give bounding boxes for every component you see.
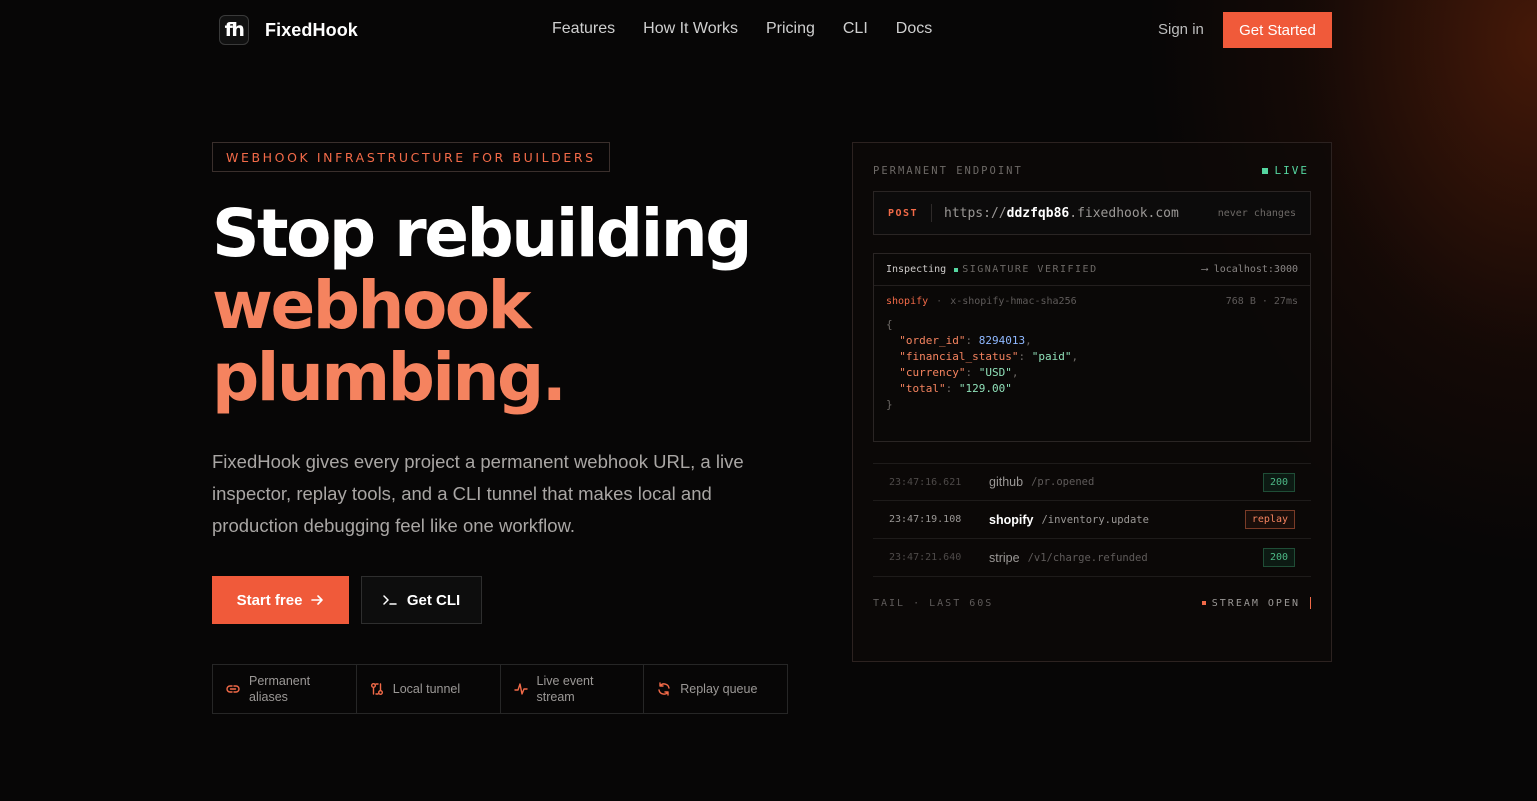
- nav-link-cli[interactable]: CLI: [843, 20, 868, 38]
- nav-link-pricing[interactable]: Pricing: [766, 20, 815, 38]
- url-suffix: .fixedhook.com: [1069, 205, 1179, 221]
- json-value: 8294013: [978, 334, 1026, 347]
- hero-description: FixedHook gives every project a permanen…: [212, 451, 744, 536]
- feature-label: Replay queue: [680, 682, 758, 696]
- json-value: "USD": [978, 366, 1012, 379]
- live-indicator: LIVE: [1261, 164, 1310, 177]
- event-row[interactable]: 23:47:21.640 stripe /v1/charge.refunded …: [873, 539, 1311, 577]
- status-badge: 200: [1262, 548, 1295, 567]
- event-path: /pr.opened: [1031, 476, 1095, 488]
- json-key: "total": [899, 382, 946, 395]
- feature-label: Permanent aliases: [249, 674, 311, 704]
- event-path: /v1/charge.refunded: [1027, 551, 1148, 564]
- inspector-header: Inspecting SIGNATURE VERIFIED ⟶ localhos…: [874, 254, 1310, 286]
- brand-logo[interactable]: fh FixedHook: [219, 15, 358, 45]
- headline-line-2: webhook: [212, 267, 532, 344]
- json-value: "129.00": [958, 382, 1012, 395]
- request-header: x-shopify-hmac-sha256: [950, 296, 1077, 307]
- feature-local-tunnel: Local tunnel: [357, 665, 501, 713]
- tunnel-icon: [370, 683, 383, 695]
- hero-tag: WEBHOOK INFRASTRUCTURE FOR BUILDERS: [212, 142, 610, 172]
- json-value: "paid": [1031, 350, 1072, 363]
- terminal-prompt-icon: [383, 595, 397, 605]
- get-started-button[interactable]: Get Started: [1223, 12, 1332, 48]
- cursor-icon: [1310, 597, 1311, 609]
- event-source: shopify: [989, 512, 1034, 527]
- panel-footer: TAIL · LAST 60S STREAM OPEN: [873, 597, 1311, 609]
- event-time: 23:47:19.108: [889, 514, 962, 525]
- verified-dot-icon: [954, 267, 959, 272]
- url-id: ddzfqb86: [1006, 205, 1070, 221]
- endpoint-url-box[interactable]: POST https://ddzfqb86.fixedhook.com neve…: [873, 191, 1311, 235]
- inspector-title: Inspecting: [886, 264, 947, 275]
- json-key: "order_id": [899, 334, 966, 347]
- link-icon: [226, 685, 240, 693]
- arrow-right-icon: [311, 595, 324, 605]
- json-key: "financial_status": [899, 350, 1019, 363]
- json-key: "currency": [899, 366, 966, 379]
- start-free-button[interactable]: Start free: [212, 576, 349, 624]
- stream-status: STREAM OPEN: [1201, 597, 1311, 609]
- hero-headline: Stop rebuilding webhook plumbing.: [212, 195, 753, 416]
- top-nav: fh FixedHook Features How It Works Prici…: [0, 0, 1537, 60]
- headline-line-3: plumbing.: [212, 339, 567, 416]
- panel-label: PERMANENT ENDPOINT: [873, 165, 1023, 177]
- pulse-icon: [513, 683, 528, 695]
- feature-replay-queue: Replay queue: [644, 665, 787, 713]
- event-source: github: [989, 475, 1024, 489]
- endpoint-url[interactable]: https://ddzfqb86.fixedhook.com: [932, 206, 1179, 221]
- start-free-label: Start free: [236, 591, 303, 609]
- get-cli-button[interactable]: Get CLI: [361, 576, 482, 624]
- headline-line-1: Stop rebuilding: [212, 195, 753, 272]
- signature-label: SIGNATURE VERIFIED: [962, 264, 1098, 275]
- logo-mark-icon: fh: [219, 15, 249, 45]
- replay-button[interactable]: replay: [1244, 510, 1295, 529]
- stream-label: STREAM OPEN: [1211, 597, 1300, 609]
- separator: ·: [936, 296, 943, 307]
- endpoint-panel: PERMANENT ENDPOINT LIVE POST https://ddz…: [852, 142, 1332, 662]
- request-inspector: Inspecting SIGNATURE VERIFIED ⟶ localhos…: [873, 253, 1311, 442]
- nav-link-docs[interactable]: Docs: [896, 20, 932, 38]
- inspector-subheader: shopify · x-shopify-hmac-sha256 768 B · …: [874, 286, 1310, 307]
- stream-dot-icon: [1201, 601, 1206, 605]
- event-list: 23:47:16.621 github /pr.opened 200 23:47…: [873, 463, 1311, 577]
- feature-live-event-stream: Live event stream: [501, 665, 645, 713]
- event-time: 23:47:16.621: [889, 476, 962, 488]
- event-path: /inventory.update: [1041, 513, 1149, 526]
- event-row[interactable]: 23:47:16.621 github /pr.opened 200: [873, 463, 1311, 501]
- event-time: 23:47:21.640: [889, 552, 962, 563]
- feature-permanent-aliases: Permanent aliases: [213, 665, 357, 713]
- signature-status: SIGNATURE VERIFIED: [954, 264, 1097, 275]
- get-cli-label: Get CLI: [406, 591, 461, 609]
- event-source: stripe: [989, 550, 1020, 565]
- request-meta: 768 B · 27ms: [1225, 296, 1298, 307]
- live-label: LIVE: [1274, 164, 1309, 177]
- url-note: never changes: [1217, 207, 1296, 219]
- status-badge: 200: [1262, 472, 1295, 492]
- nav-links: Features How It Works Pricing CLI Docs: [552, 20, 932, 38]
- feature-strip: Permanent aliases Local tunnel Live even…: [212, 664, 788, 714]
- brand-name: FixedHook: [265, 19, 358, 40]
- http-method: POST: [874, 204, 932, 222]
- event-row[interactable]: 23:47:19.108 shopify /inventory.update r…: [873, 501, 1311, 539]
- feature-label: Local tunnel: [392, 682, 461, 696]
- live-dot-icon: [1261, 167, 1268, 174]
- nav-link-features[interactable]: Features: [552, 20, 615, 38]
- request-source: shopify: [886, 296, 929, 307]
- sign-in-link[interactable]: Sign in: [1158, 21, 1204, 38]
- feature-label: Live event stream: [536, 674, 594, 704]
- forward-route: ⟶ localhost:3000: [1201, 264, 1298, 275]
- payload-json: { "order_id": 8294013, "financial_status…: [886, 318, 1079, 411]
- refresh-icon: [658, 682, 670, 696]
- tail-label: TAIL · LAST 60S: [873, 597, 994, 609]
- url-prefix: https://: [944, 205, 1007, 221]
- nav-link-how-it-works[interactable]: How It Works: [643, 20, 738, 38]
